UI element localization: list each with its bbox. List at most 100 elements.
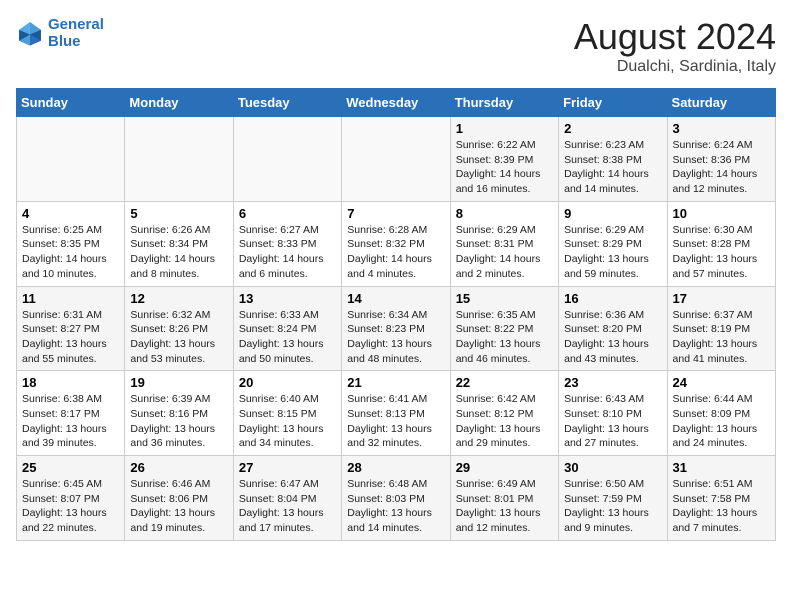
logo-icon	[16, 19, 44, 47]
day-number: 30	[564, 460, 661, 475]
calendar-cell: 2 Sunrise: 6:23 AMSunset: 8:38 PMDaylight…	[559, 117, 667, 202]
calendar-cell: 7 Sunrise: 6:28 AMSunset: 8:32 PMDaylight…	[342, 201, 450, 286]
day-number: 14	[347, 291, 444, 306]
day-info: Sunrise: 6:23 AMSunset: 8:38 PMDaylight:…	[564, 138, 661, 197]
day-info: Sunrise: 6:37 AMSunset: 8:19 PMDaylight:…	[673, 308, 770, 367]
day-number: 2	[564, 121, 661, 136]
day-number: 27	[239, 460, 336, 475]
calendar-cell: 9 Sunrise: 6:29 AMSunset: 8:29 PMDaylight…	[559, 201, 667, 286]
main-title: August 2024	[574, 16, 776, 58]
day-number: 20	[239, 375, 336, 390]
day-info: Sunrise: 6:27 AMSunset: 8:33 PMDaylight:…	[239, 223, 336, 282]
day-number: 24	[673, 375, 770, 390]
day-number: 15	[456, 291, 553, 306]
day-info: Sunrise: 6:48 AMSunset: 8:03 PMDaylight:…	[347, 477, 444, 536]
day-number: 22	[456, 375, 553, 390]
day-info: Sunrise: 6:24 AMSunset: 8:36 PMDaylight:…	[673, 138, 770, 197]
day-info: Sunrise: 6:50 AMSunset: 7:59 PMDaylight:…	[564, 477, 661, 536]
day-number: 3	[673, 121, 770, 136]
day-info: Sunrise: 6:22 AMSunset: 8:39 PMDaylight:…	[456, 138, 553, 197]
calendar-cell: 26 Sunrise: 6:46 AMSunset: 8:06 PMDayligh…	[125, 456, 233, 541]
logo-general: General	[48, 16, 104, 33]
day-number: 17	[673, 291, 770, 306]
calendar-cell: 3 Sunrise: 6:24 AMSunset: 8:36 PMDaylight…	[667, 117, 775, 202]
day-number: 19	[130, 375, 227, 390]
day-info: Sunrise: 6:36 AMSunset: 8:20 PMDaylight:…	[564, 308, 661, 367]
calendar-cell: 23 Sunrise: 6:43 AMSunset: 8:10 PMDayligh…	[559, 371, 667, 456]
day-info: Sunrise: 6:29 AMSunset: 8:31 PMDaylight:…	[456, 223, 553, 282]
dow-tuesday: Tuesday	[233, 89, 341, 117]
calendar-cell: 28 Sunrise: 6:48 AMSunset: 8:03 PMDayligh…	[342, 456, 450, 541]
day-number: 16	[564, 291, 661, 306]
day-info: Sunrise: 6:41 AMSunset: 8:13 PMDaylight:…	[347, 392, 444, 451]
calendar-cell: 4 Sunrise: 6:25 AMSunset: 8:35 PMDaylight…	[17, 201, 125, 286]
calendar-cell: 5 Sunrise: 6:26 AMSunset: 8:34 PMDaylight…	[125, 201, 233, 286]
day-info: Sunrise: 6:43 AMSunset: 8:10 PMDaylight:…	[564, 392, 661, 451]
calendar-week-4: 18 Sunrise: 6:38 AMSunset: 8:17 PMDayligh…	[17, 371, 776, 456]
calendar-cell: 21Sunrise: 6:41 AMSunset: 8:13 PMDayligh…	[342, 371, 450, 456]
day-info: Sunrise: 6:30 AMSunset: 8:28 PMDaylight:…	[673, 223, 770, 282]
calendar-cell: 22 Sunrise: 6:42 AMSunset: 8:12 PMDayligh…	[450, 371, 558, 456]
calendar-cell: 15Sunrise: 6:35 AMSunset: 8:22 PMDayligh…	[450, 286, 558, 371]
day-number: 23	[564, 375, 661, 390]
calendar-table: SundayMondayTuesdayWednesdayThursdayFrid…	[16, 88, 776, 541]
day-number: 18	[22, 375, 119, 390]
calendar-cell: 20 Sunrise: 6:40 AMSunset: 8:15 PMDayligh…	[233, 371, 341, 456]
calendar-cell: 27Sunrise: 6:47 AMSunset: 8:04 PMDayligh…	[233, 456, 341, 541]
day-number: 1	[456, 121, 553, 136]
day-info: Sunrise: 6:46 AMSunset: 8:06 PMDaylight:…	[130, 477, 227, 536]
day-info: Sunrise: 6:38 AMSunset: 8:17 PMDaylight:…	[22, 392, 119, 451]
calendar-cell: 11Sunrise: 6:31 AMSunset: 8:27 PMDayligh…	[17, 286, 125, 371]
calendar-week-5: 25 Sunrise: 6:45 AMSunset: 8:07 PMDayligh…	[17, 456, 776, 541]
day-number: 28	[347, 460, 444, 475]
page-header: General Blue August 2024 Dualchi, Sardin…	[16, 16, 776, 76]
calendar-cell: 17 Sunrise: 6:37 AMSunset: 8:19 PMDayligh…	[667, 286, 775, 371]
day-number: 26	[130, 460, 227, 475]
day-number: 25	[22, 460, 119, 475]
day-info: Sunrise: 6:49 AMSunset: 8:01 PMDaylight:…	[456, 477, 553, 536]
subtitle: Dualchi, Sardinia, Italy	[574, 58, 776, 76]
dow-sunday: Sunday	[17, 89, 125, 117]
day-number: 10	[673, 206, 770, 221]
calendar-cell	[342, 117, 450, 202]
calendar-cell: 24 Sunrise: 6:44 AMSunset: 8:09 PMDayligh…	[667, 371, 775, 456]
calendar-cell	[233, 117, 341, 202]
logo: General Blue	[16, 16, 104, 51]
logo-blue: Blue	[48, 33, 104, 50]
day-info: Sunrise: 6:31 AMSunset: 8:27 PMDaylight:…	[22, 308, 119, 367]
day-info: Sunrise: 6:51 AMSunset: 7:58 PMDaylight:…	[673, 477, 770, 536]
dow-friday: Friday	[559, 89, 667, 117]
day-number: 4	[22, 206, 119, 221]
dow-thursday: Thursday	[450, 89, 558, 117]
day-number: 7	[347, 206, 444, 221]
day-info: Sunrise: 6:29 AMSunset: 8:29 PMDaylight:…	[564, 223, 661, 282]
calendar-cell: 10 Sunrise: 6:30 AMSunset: 8:28 PMDayligh…	[667, 201, 775, 286]
day-info: Sunrise: 6:34 AMSunset: 8:23 PMDaylight:…	[347, 308, 444, 367]
calendar-week-2: 4 Sunrise: 6:25 AMSunset: 8:35 PMDaylight…	[17, 201, 776, 286]
calendar-cell: 8 Sunrise: 6:29 AMSunset: 8:31 PMDaylight…	[450, 201, 558, 286]
calendar-cell: 1 Sunrise: 6:22 AMSunset: 8:39 PMDaylight…	[450, 117, 558, 202]
calendar-cell	[17, 117, 125, 202]
calendar-cell: 6 Sunrise: 6:27 AMSunset: 8:33 PMDaylight…	[233, 201, 341, 286]
day-number: 12	[130, 291, 227, 306]
title-block: August 2024 Dualchi, Sardinia, Italy	[574, 16, 776, 76]
day-info: Sunrise: 6:40 AMSunset: 8:15 PMDaylight:…	[239, 392, 336, 451]
calendar-cell: 12 Sunrise: 6:32 AMSunset: 8:26 PMDayligh…	[125, 286, 233, 371]
day-number: 31	[673, 460, 770, 475]
day-info: Sunrise: 6:26 AMSunset: 8:34 PMDaylight:…	[130, 223, 227, 282]
calendar-cell: 25 Sunrise: 6:45 AMSunset: 8:07 PMDayligh…	[17, 456, 125, 541]
day-info: Sunrise: 6:44 AMSunset: 8:09 PMDaylight:…	[673, 392, 770, 451]
day-info: Sunrise: 6:25 AMSunset: 8:35 PMDaylight:…	[22, 223, 119, 282]
day-number: 5	[130, 206, 227, 221]
day-number: 8	[456, 206, 553, 221]
day-number: 6	[239, 206, 336, 221]
day-info: Sunrise: 6:39 AMSunset: 8:16 PMDaylight:…	[130, 392, 227, 451]
day-info: Sunrise: 6:28 AMSunset: 8:32 PMDaylight:…	[347, 223, 444, 282]
day-info: Sunrise: 6:32 AMSunset: 8:26 PMDaylight:…	[130, 308, 227, 367]
day-info: Sunrise: 6:45 AMSunset: 8:07 PMDaylight:…	[22, 477, 119, 536]
day-info: Sunrise: 6:33 AMSunset: 8:24 PMDaylight:…	[239, 308, 336, 367]
calendar-cell: 30 Sunrise: 6:50 AMSunset: 7:59 PMDayligh…	[559, 456, 667, 541]
day-number: 29	[456, 460, 553, 475]
day-info: Sunrise: 6:42 AMSunset: 8:12 PMDaylight:…	[456, 392, 553, 451]
day-number: 9	[564, 206, 661, 221]
